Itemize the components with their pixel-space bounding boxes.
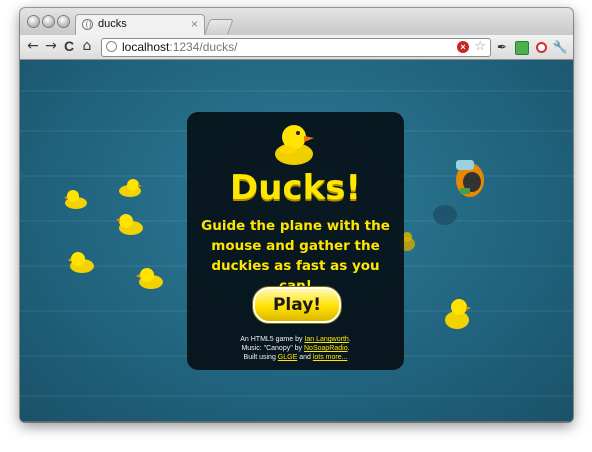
duck-icon <box>119 179 142 197</box>
start-panel: Ducks! Guide the plane with the mouse an… <box>187 112 404 370</box>
play-button[interactable]: Play! <box>253 287 341 323</box>
duck-icon <box>64 190 87 209</box>
home-button[interactable]: ⌂ <box>78 37 96 55</box>
address-bar[interactable]: localhost:1234/ducks/ × ☆ <box>101 38 491 57</box>
address-url: localhost:1234/ducks/ <box>122 40 238 54</box>
browser-toolbar: ← → C ⌂ localhost:1234/ducks/ × ☆ ✒ 🔧 <box>20 35 573 60</box>
extension-green-icon[interactable] <box>514 39 530 55</box>
browser-window: ducks × ← → C ⌂ localhost:1234/ducks/ × … <box>20 8 573 422</box>
duck-icon <box>445 299 471 329</box>
globe-icon <box>106 41 117 52</box>
forward-button[interactable]: → <box>42 37 60 55</box>
plane-icon <box>456 160 484 197</box>
duck-icon <box>136 268 163 289</box>
duck-logo-icon <box>275 125 314 165</box>
tab-bar: ducks × <box>20 8 573 36</box>
duck-icon <box>68 252 94 273</box>
tab-title: ducks <box>98 18 127 30</box>
wrench-icon[interactable]: 🔧 <box>552 39 568 55</box>
pin-icon[interactable]: ✒ <box>494 39 510 55</box>
reload-button[interactable]: C <box>60 37 78 55</box>
music-author-link[interactable]: NoSoapRadio <box>304 345 348 352</box>
stop-icon[interactable]: × <box>457 41 469 53</box>
minimize-window-button[interactable] <box>43 16 54 27</box>
new-tab-button[interactable] <box>204 19 234 34</box>
back-button[interactable]: ← <box>24 37 42 55</box>
plane-shadow <box>433 205 457 225</box>
game-title: Ducks! <box>230 168 361 208</box>
engine-link[interactable]: GLGE <box>278 354 297 361</box>
tab-close-button[interactable]: × <box>191 17 198 31</box>
bookmark-star-icon[interactable]: ☆ <box>474 39 486 54</box>
extension-red-icon[interactable] <box>533 39 549 55</box>
close-window-button[interactable] <box>28 16 39 27</box>
credits: An HTML5 game by Ian Langworth. Music: "… <box>240 336 351 361</box>
duck-icon <box>116 214 143 235</box>
tab-ducks[interactable]: ducks × <box>75 14 205 36</box>
more-link[interactable]: lots more... <box>313 354 348 361</box>
game-instructions: Guide the plane with the mouse and gathe… <box>201 218 390 294</box>
game-canvas[interactable]: Ducks! Guide the plane with the mouse an… <box>20 60 573 422</box>
globe-icon <box>82 19 93 30</box>
author-link[interactable]: Ian Langworth <box>304 336 348 343</box>
zoom-window-button[interactable] <box>58 16 69 27</box>
